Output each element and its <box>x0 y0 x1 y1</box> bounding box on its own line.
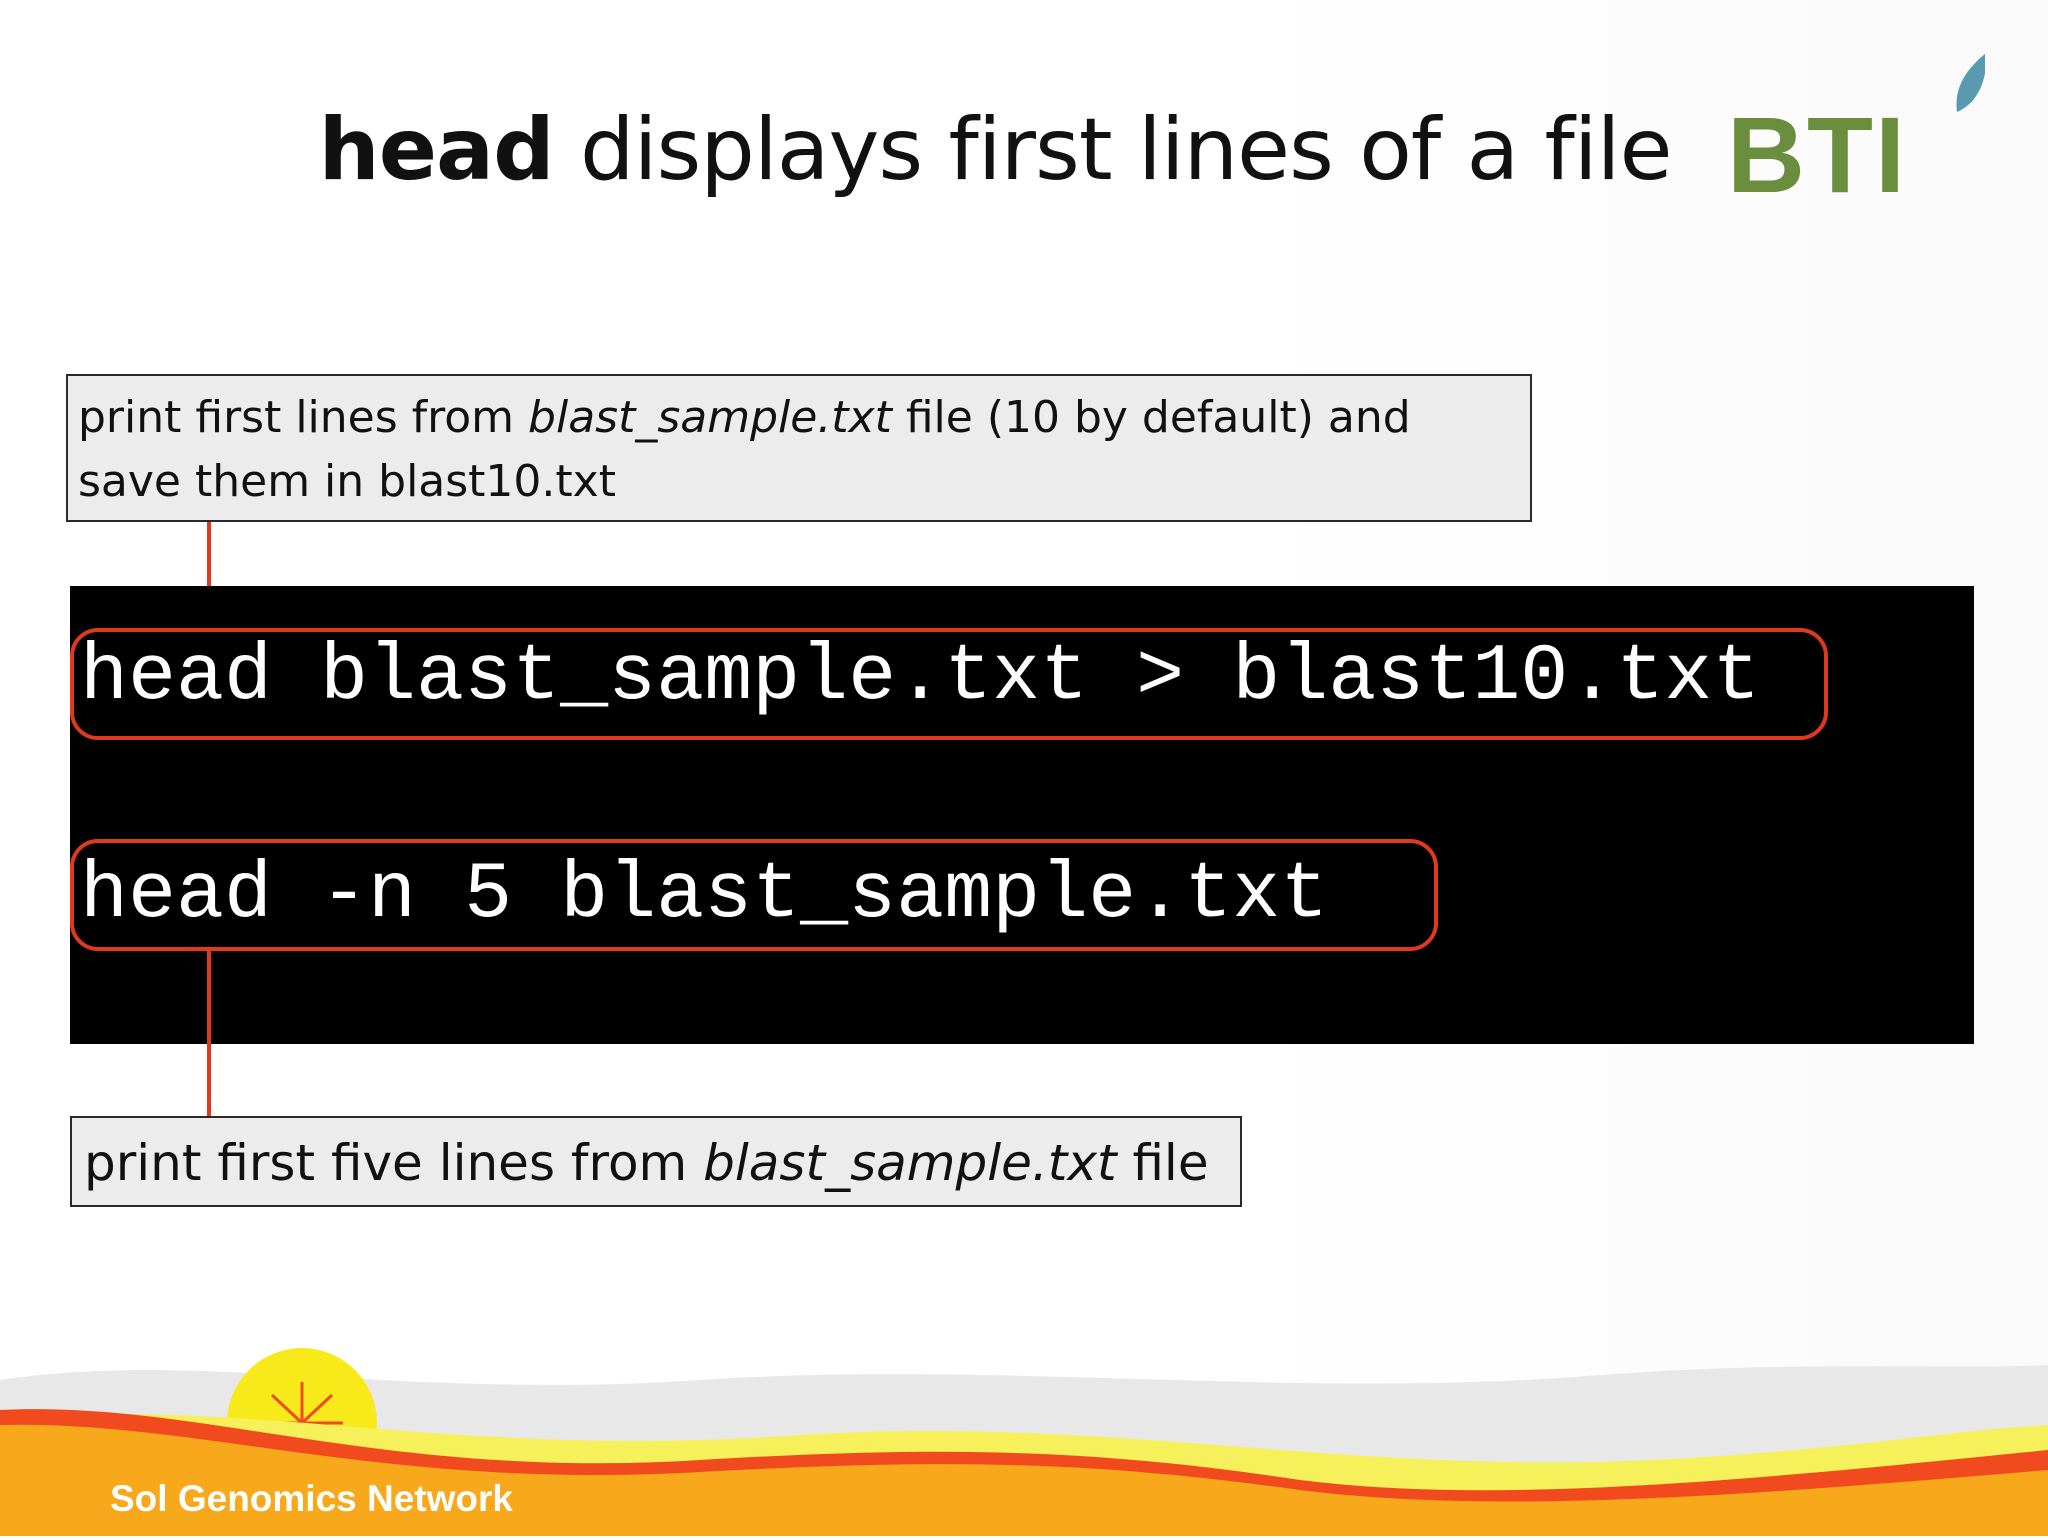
slide-title: head displays first lines of a file <box>0 100 1990 200</box>
callout-top-text-b: file (10 by default) and <box>891 392 1411 443</box>
connector-line-bottom <box>207 950 211 1116</box>
footer-label: Sol Genomics Network <box>110 1478 513 1519</box>
command-line-1: head blast_sample.txt > blast10.txt <box>80 632 1761 723</box>
callout-top-text-a: print first lines from <box>78 392 529 443</box>
leaf-icon <box>1956 52 1987 112</box>
callout-top-line-1: print first lines from blast_sample.txt … <box>78 386 1530 450</box>
callout-bottom-text-a: print first five lines from <box>84 1134 704 1192</box>
callout-default-head: print first lines from blast_sample.txt … <box>66 374 1532 522</box>
callout-bottom-filename: blast_sample.txt <box>703 1134 1117 1192</box>
bti-logo: BTI <box>1725 52 1987 215</box>
title-description: displays first lines of a file <box>553 100 1672 200</box>
svg-text:BTI: BTI <box>1727 94 1907 202</box>
command-line-2: head -n 5 blast_sample.txt <box>80 850 1329 941</box>
callout-top-filename: blast_sample.txt <box>528 392 892 443</box>
callout-bottom-text-b: file <box>1116 1134 1209 1192</box>
title-command: head <box>318 100 555 200</box>
callout-head-n: print first five lines from blast_sample… <box>70 1116 1242 1207</box>
callout-top-line-2: save them in blast10.txt <box>78 456 616 507</box>
